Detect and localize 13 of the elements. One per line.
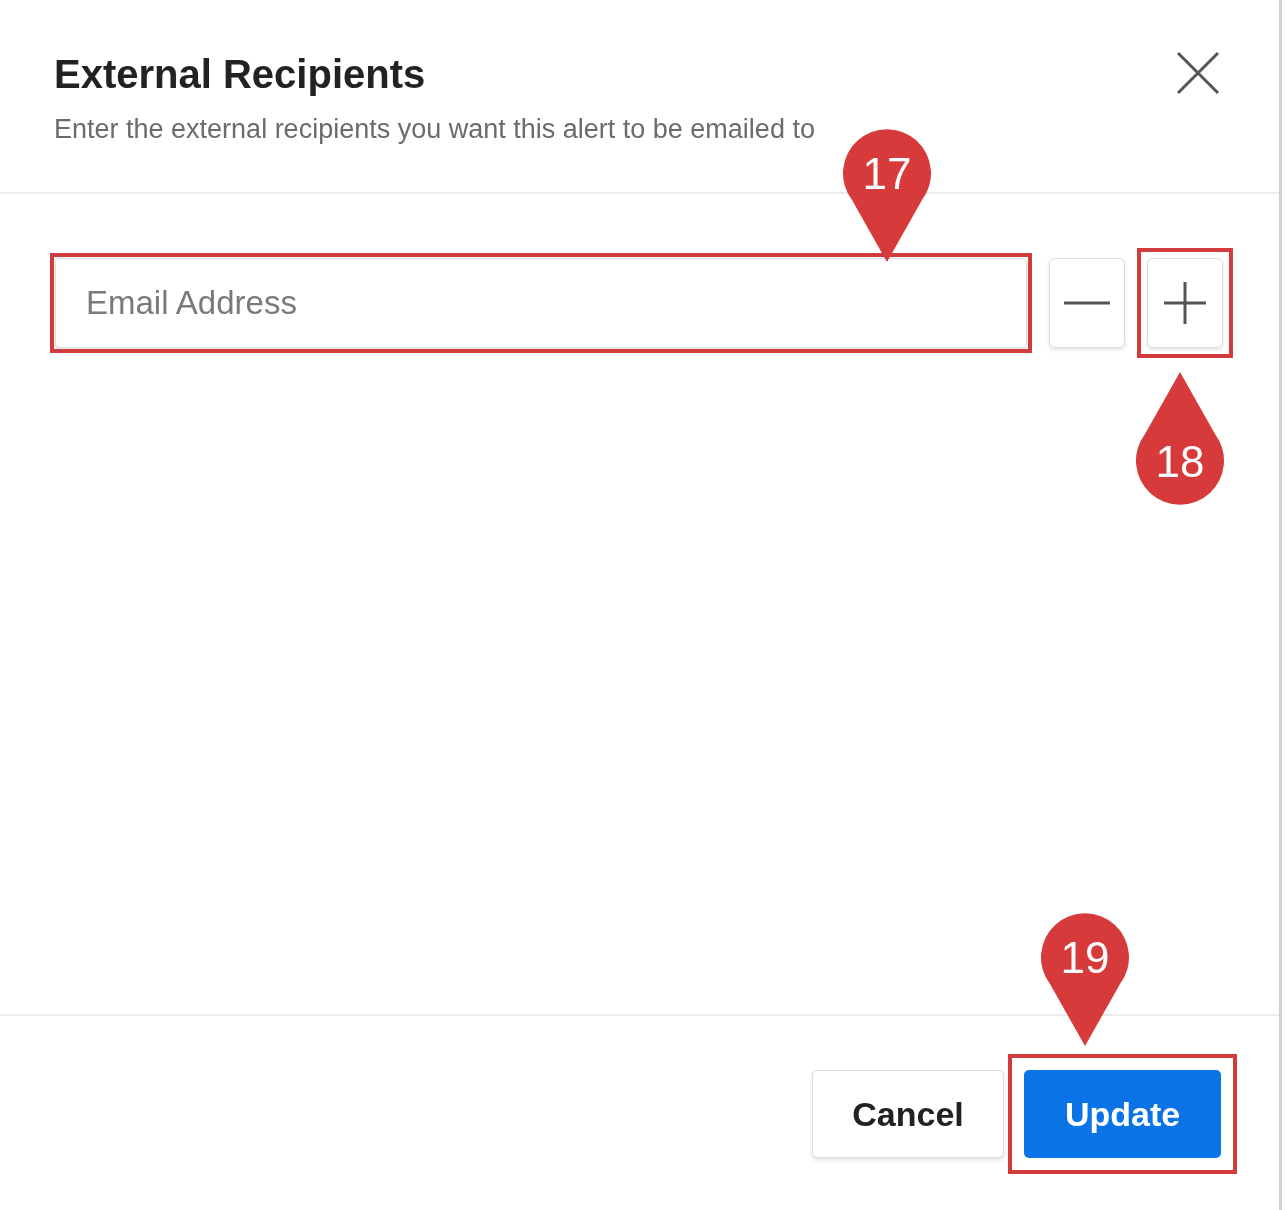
close-icon xyxy=(1175,50,1221,96)
dialog-subtitle: Enter the external recipients you want this alert to be emailed to xyxy=(54,113,816,146)
dialog-title: External Recipients xyxy=(54,51,426,98)
minus-icon xyxy=(1064,301,1110,305)
add-button[interactable] xyxy=(1147,258,1223,348)
callout-marker: 19 xyxy=(1040,912,1130,1046)
email-field[interactable]: Email Address xyxy=(55,258,1027,348)
callout-marker: 17 xyxy=(842,128,932,262)
update-button[interactable]: Update xyxy=(1024,1070,1221,1158)
cancel-button[interactable]: Cancel xyxy=(812,1070,1004,1158)
plus-icon xyxy=(1164,282,1206,324)
callout-marker: 18 xyxy=(1135,372,1225,506)
close-button[interactable] xyxy=(1175,50,1221,96)
